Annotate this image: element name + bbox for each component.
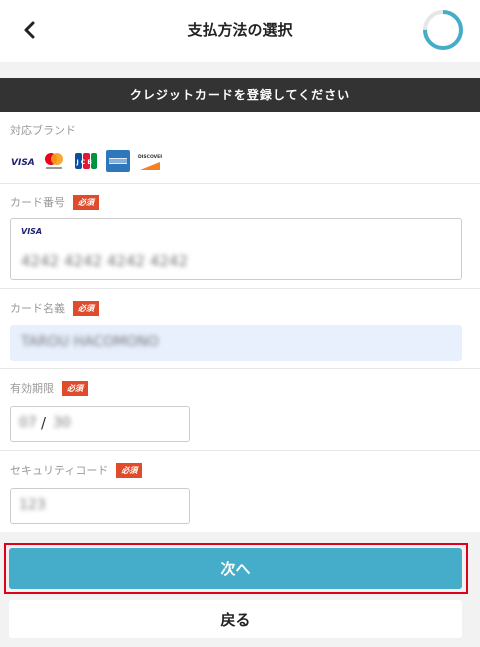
brands-label: 対応ブランド [10, 124, 76, 137]
expiry-month: 07 [19, 415, 37, 431]
svg-text:J C B: J C B [76, 159, 93, 166]
required-badge: 必須 [73, 195, 99, 210]
page-title: 支払方法の選択 [187, 21, 293, 39]
amex-logo-icon [106, 150, 130, 172]
brands-section: 対応ブランド VISA J C B DISCOVER [0, 112, 480, 184]
card-number-section: カード番号 必須 VISA 4242 4242 4242 4242 [0, 184, 480, 289]
jcb-logo-icon: J C B [75, 153, 97, 169]
next-button-highlight [4, 543, 468, 594]
progress-ring-icon [423, 10, 463, 50]
security-code-label: セキュリティコード 必須 [10, 462, 143, 478]
card-name-input[interactable]: TAROU HACOMONO [10, 325, 462, 361]
card-name-section: カード名義 必須 TAROU HACOMONO [0, 289, 480, 369]
svg-text:DISCOVER: DISCOVER [138, 154, 162, 160]
card-name-value: TAROU HACOMONO [21, 334, 159, 350]
expiry-input[interactable]: 07 / 30 [10, 406, 190, 442]
card-form: 対応ブランド VISA J C B DISCOVER カード番号 必須 VISA… [0, 112, 480, 532]
mastercard-logo-icon [45, 153, 63, 169]
visa-logo-icon: VISA [11, 158, 34, 168]
instruction-banner: クレジットカードを登録してください [0, 78, 480, 112]
required-badge: 必須 [62, 381, 88, 396]
card-number-label: カード番号 必須 [10, 194, 99, 210]
card-name-label: カード名義 必須 [10, 300, 99, 316]
discover-logo-icon: DISCOVER [138, 154, 162, 170]
card-name-label-text: カード名義 [10, 302, 65, 315]
required-badge: 必須 [116, 463, 143, 478]
expiry-label-text: 有効期限 [10, 382, 54, 395]
expiry-section: 有効期限 必須 07 / 30 [0, 369, 480, 451]
card-number-value: 4242 4242 4242 4242 [21, 252, 188, 270]
security-code-value: 123 [19, 497, 46, 513]
security-code-label-text: セキュリティコード [10, 464, 109, 477]
header: 支払方法の選択 [0, 0, 480, 62]
expiry-year: 30 [53, 415, 71, 431]
card-number-label-text: カード番号 [10, 196, 65, 209]
back-button[interactable]: 戻る [9, 600, 462, 638]
svg-text:VISA: VISA [11, 158, 34, 168]
security-code-section: セキュリティコード 必須 123 [0, 451, 480, 532]
security-code-input[interactable]: 123 [10, 488, 190, 524]
expiry-separator: / [41, 414, 47, 432]
card-number-input[interactable]: VISA 4242 4242 4242 4242 [10, 218, 462, 280]
detected-brand-label: VISA [21, 227, 43, 236]
required-badge: 必須 [73, 301, 99, 316]
expiry-label: 有効期限 必須 [10, 380, 88, 396]
